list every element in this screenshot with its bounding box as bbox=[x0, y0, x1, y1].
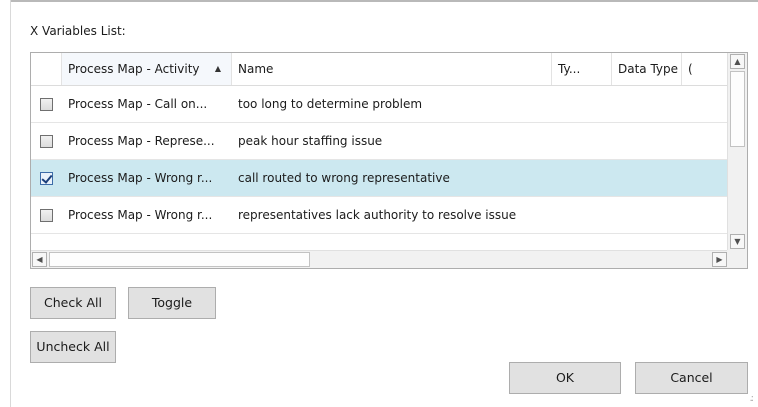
activity-cell: Process Map - Represe... bbox=[68, 134, 215, 148]
table-row[interactable]: Process Map - Wrong r... representatives… bbox=[31, 197, 728, 234]
column-header-label: Data Type bbox=[618, 62, 679, 76]
window-left-border bbox=[10, 0, 11, 407]
grid-header: Process Map - Activity ▲ Name Ty... Data… bbox=[31, 53, 728, 86]
checkbox-column-header[interactable] bbox=[31, 53, 62, 85]
activity-cell: Process Map - Wrong r... bbox=[68, 208, 213, 222]
check-all-button[interactable]: Check All bbox=[30, 287, 116, 319]
x-variables-list-label: X Variables List: bbox=[30, 24, 126, 38]
horizontal-scroll-thumb[interactable] bbox=[49, 252, 310, 267]
name-cell: peak hour staffing issue bbox=[238, 134, 383, 148]
table-row[interactable]: Process Map - Represe... peak hour staff… bbox=[31, 123, 728, 160]
scroll-down-arrow-icon[interactable]: ▼ bbox=[730, 234, 745, 249]
column-header-label: Process Map - Activity bbox=[68, 62, 200, 76]
uncheck-all-button[interactable]: Uncheck All bbox=[30, 331, 116, 363]
vertical-scroll-thumb[interactable] bbox=[730, 71, 745, 147]
column-header-label: ( bbox=[688, 62, 693, 76]
toggle-button[interactable]: Toggle bbox=[128, 287, 216, 319]
row-checkbox[interactable] bbox=[40, 208, 53, 222]
sort-ascending-icon: ▲ bbox=[214, 64, 221, 73]
scrollbar-corner bbox=[727, 250, 747, 268]
column-header-activity[interactable]: Process Map - Activity ▲ bbox=[62, 53, 232, 85]
scroll-right-arrow-icon[interactable]: ▶ bbox=[712, 252, 727, 267]
scroll-up-arrow-icon[interactable]: ▲ bbox=[730, 54, 745, 69]
table-row[interactable]: Process Map - Call on... too long to det… bbox=[31, 86, 728, 123]
column-header-type[interactable]: Ty... bbox=[552, 53, 612, 85]
scroll-left-arrow-icon[interactable]: ◀ bbox=[32, 252, 47, 267]
vertical-scrollbar[interactable]: ▲ ▼ bbox=[727, 53, 747, 250]
row-checkbox[interactable] bbox=[40, 171, 53, 185]
resize-grip-icon[interactable]: .: bbox=[749, 394, 753, 404]
ok-button[interactable]: OK bbox=[509, 362, 621, 394]
column-header-label: Name bbox=[238, 62, 274, 76]
column-header-label: Ty... bbox=[558, 62, 581, 76]
cancel-button[interactable]: Cancel bbox=[635, 362, 748, 394]
window-top-border bbox=[10, 0, 758, 2]
name-cell: call routed to wrong representative bbox=[238, 171, 450, 185]
name-cell: too long to determine problem bbox=[238, 97, 423, 111]
horizontal-scrollbar[interactable]: ◀ ▶ bbox=[31, 250, 728, 268]
row-checkbox[interactable] bbox=[40, 134, 53, 148]
activity-cell: Process Map - Wrong r... bbox=[68, 171, 213, 185]
column-header-data-type[interactable]: Data Type bbox=[612, 53, 682, 85]
activity-cell: Process Map - Call on... bbox=[68, 97, 208, 111]
table-row[interactable]: Process Map - Wrong r... call routed to … bbox=[31, 160, 728, 197]
grid-rows: Process Map - Call on... too long to det… bbox=[31, 86, 728, 234]
x-variables-grid[interactable]: Process Map - Activity ▲ Name Ty... Data… bbox=[30, 52, 748, 269]
row-checkbox[interactable] bbox=[40, 97, 53, 111]
column-header-name[interactable]: Name bbox=[232, 53, 552, 85]
name-cell: representatives lack authority to resolv… bbox=[238, 208, 517, 222]
column-header-truncated[interactable]: ( bbox=[682, 53, 728, 85]
